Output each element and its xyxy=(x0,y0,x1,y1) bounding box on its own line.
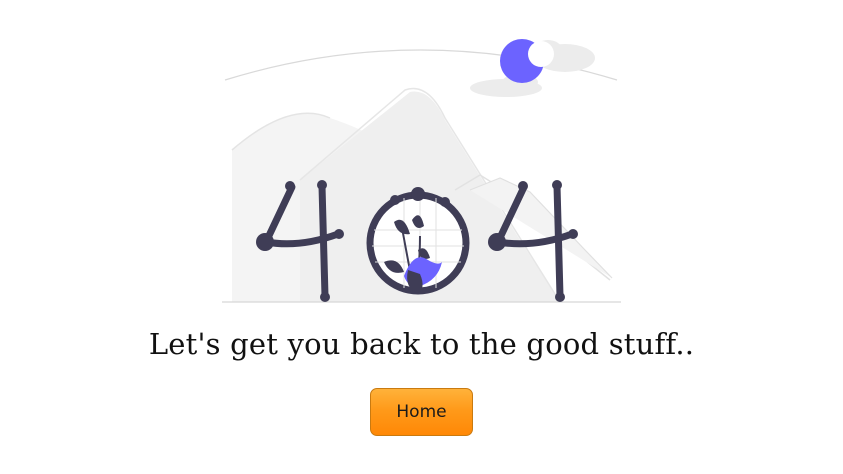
error-page: Let's get you back to the good stuff.. H… xyxy=(0,0,843,474)
moon-icon xyxy=(500,39,554,83)
404-illustration xyxy=(222,39,621,303)
error-message: Let's get you back to the good stuff.. xyxy=(148,327,695,361)
home-button[interactable]: Home xyxy=(370,388,473,436)
